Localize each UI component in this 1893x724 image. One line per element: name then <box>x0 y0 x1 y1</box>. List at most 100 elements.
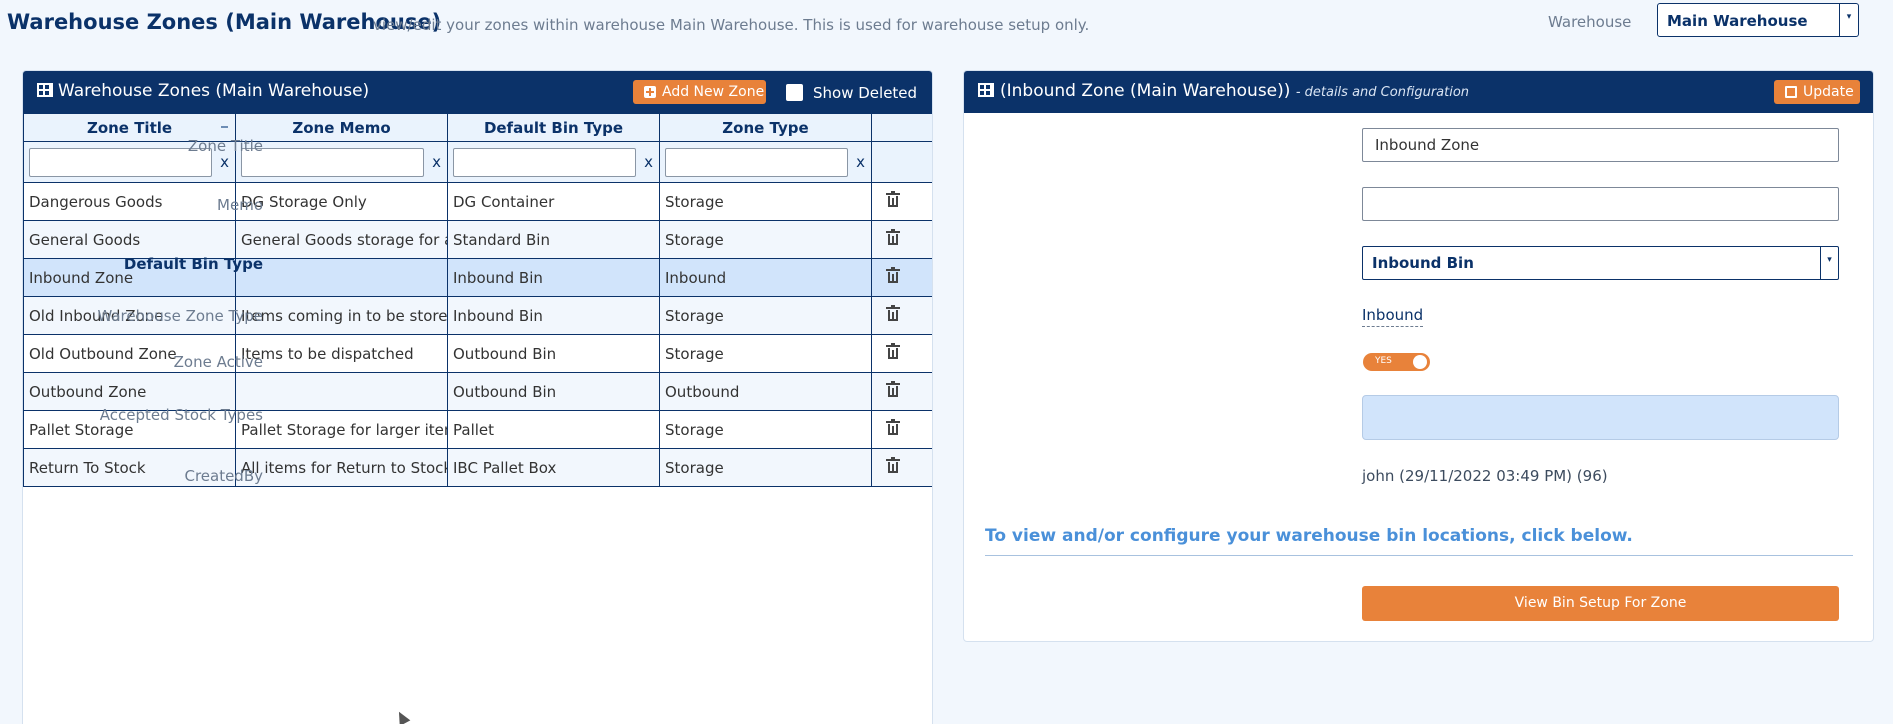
clear-filter-button[interactable]: x <box>856 153 865 171</box>
zone-details-header: (Inbound Zone (Main Warehouse)) - detail… <box>964 71 1873 113</box>
plus-square-icon <box>644 86 656 98</box>
trash-icon[interactable] <box>886 267 900 283</box>
zone-details-subtitle: - details and Configuration <box>1295 85 1470 100</box>
cell-bin: Outbound Bin <box>447 372 660 411</box>
cell-memo: Items to be dispatched <box>235 334 448 373</box>
trash-icon[interactable] <box>886 343 900 359</box>
cell-bin: IBC Pallet Box <box>447 448 660 487</box>
cell-type: Storage <box>659 410 872 449</box>
column-header-zone-type[interactable]: Zone Type <box>659 113 872 142</box>
row-actions <box>871 182 932 221</box>
accepted-stock-types-label: Accepted Stock Types <box>99 406 263 424</box>
memo-field[interactable] <box>1362 187 1839 221</box>
warehouse-select-value: Main Warehouse <box>1667 12 1808 30</box>
warehouse-zone-type-label: Warehouse Zone Type <box>97 307 263 325</box>
cell-type: Storage <box>659 182 872 221</box>
table-row[interactable]: General GoodsGeneral Goods storage for a… <box>23 220 932 259</box>
cell-memo: All items for Return to Stock go <box>235 448 448 487</box>
zone-title-field[interactable]: Inbound Zone <box>1362 128 1839 162</box>
zone-active-toggle[interactable]: YES <box>1363 353 1430 371</box>
table-icon <box>37 83 53 97</box>
cell-title: Dangerous Goods <box>23 182 236 221</box>
divider <box>985 555 1853 556</box>
cell-bin: Inbound Bin <box>447 296 660 335</box>
warehouse-zone-type-value[interactable]: Inbound <box>1362 306 1424 327</box>
trash-icon[interactable] <box>886 419 900 435</box>
cell-title: General Goods <box>23 220 236 259</box>
row-actions <box>871 296 932 335</box>
created-by-value: john (29/11/2022 03:49 PM) (96) <box>1362 467 1608 485</box>
clear-filter-button[interactable]: x <box>644 153 653 171</box>
cell-title: Outbound Zone <box>23 372 236 411</box>
show-deleted-checkbox[interactable] <box>786 84 803 101</box>
cell-bin: Inbound Bin <box>447 258 660 297</box>
row-actions <box>871 258 932 297</box>
default-bin-type-select[interactable]: Inbound Bin ▾ <box>1362 246 1839 280</box>
clear-filter-button[interactable]: x <box>220 153 229 171</box>
update-label: Update <box>1803 84 1854 100</box>
chevron-down-icon[interactable]: ▾ <box>1839 4 1858 36</box>
table-row[interactable]: Return To Stock All items for Return to S… <box>23 448 932 487</box>
trash-icon[interactable] <box>886 457 900 473</box>
table-row[interactable]: Outbound Zone Outbound Bin Outbound <box>23 372 932 411</box>
row-actions <box>871 410 932 449</box>
cell-memo: Pallet Storage for larger items <box>235 410 448 449</box>
page-subtitle: view/edit your zones within warehouse Ma… <box>373 16 1090 34</box>
zones-panel-title: Warehouse Zones (Main Warehouse) <box>58 81 370 101</box>
row-actions <box>871 220 932 259</box>
created-by-label: CreatedBy <box>184 467 263 485</box>
cell-memo <box>235 258 448 297</box>
trash-icon[interactable] <box>886 381 900 397</box>
column-header-default-bin-type[interactable]: Default Bin Type <box>447 113 660 142</box>
chevron-down-icon[interactable]: ▾ <box>1820 247 1838 279</box>
warehouse-select[interactable]: Main Warehouse ▾ <box>1657 3 1859 37</box>
zones-table: Zone Title Zone Memo Default Bin Type Zo… <box>23 113 932 487</box>
cell-memo <box>235 372 448 411</box>
cell-bin: Outbound Bin <box>447 334 660 373</box>
show-deleted-label: Show Deleted <box>813 84 918 102</box>
view-bin-setup-button[interactable]: View Bin Setup For Zone <box>1362 586 1839 621</box>
clear-filter-button[interactable]: x <box>432 153 441 171</box>
accepted-stock-types-field[interactable] <box>1362 395 1839 440</box>
zone-title-filter-input[interactable] <box>29 148 212 177</box>
cell-type: Storage <box>659 220 872 259</box>
zones-panel: Warehouse Zones (Main Warehouse) Add New… <box>22 70 933 724</box>
column-header-zone-memo[interactable]: Zone Memo <box>235 113 448 142</box>
bin-locations-note: To view and/or configure your warehouse … <box>985 526 1633 546</box>
save-icon <box>1785 86 1797 98</box>
table-header-row: Zone Title Zone Memo Default Bin Type Zo… <box>23 113 932 142</box>
default-bin-type-value: Inbound Bin <box>1372 254 1474 272</box>
add-new-zone-label: Add New Zone <box>662 84 765 100</box>
trash-icon[interactable] <box>886 191 900 207</box>
cell-type: Storage <box>659 334 872 373</box>
cell-type: Outbound <box>659 372 872 411</box>
update-button[interactable]: Update <box>1774 80 1860 104</box>
zone-details-title: (Inbound Zone (Main Warehouse)) - detail… <box>1000 81 1470 101</box>
zone-type-filter-input[interactable] <box>665 148 848 177</box>
trash-icon[interactable] <box>886 229 900 245</box>
cell-memo: Items coming in to be stored <box>235 296 448 335</box>
cell-bin: Pallet <box>447 410 660 449</box>
table-row[interactable]: Dangerous Goods DG Storage Only DG Contain… <box>23 182 932 221</box>
warehouse-label: Warehouse <box>1548 13 1632 31</box>
zones-panel-header: Warehouse Zones (Main Warehouse) Add New… <box>23 71 932 113</box>
memo-label: Memo <box>217 196 263 214</box>
bin-type-filter-input[interactable] <box>453 148 636 177</box>
cell-bin: DG Container <box>447 182 660 221</box>
table-row[interactable]: Old Outbound Zone Items to be dispatched O… <box>23 334 932 373</box>
filter-row: x x x x <box>23 141 932 183</box>
row-actions <box>871 448 932 487</box>
add-new-zone-button[interactable]: Add New Zone <box>633 80 766 104</box>
zone-memo-filter-input[interactable] <box>241 148 424 177</box>
zone-active-toggle-text: YES <box>1375 356 1392 366</box>
column-header-actions <box>871 113 932 142</box>
sort-icon[interactable] <box>221 126 228 128</box>
trash-icon[interactable] <box>886 305 900 321</box>
toggle-knob <box>1413 355 1427 369</box>
cell-type: Storage <box>659 296 872 335</box>
row-actions <box>871 334 932 373</box>
zone-active-label: Zone Active <box>173 353 263 371</box>
cell-bin: Standard Bin <box>447 220 660 259</box>
default-bin-type-label: Default Bin Type <box>123 255 263 273</box>
cell-type: Storage <box>659 448 872 487</box>
